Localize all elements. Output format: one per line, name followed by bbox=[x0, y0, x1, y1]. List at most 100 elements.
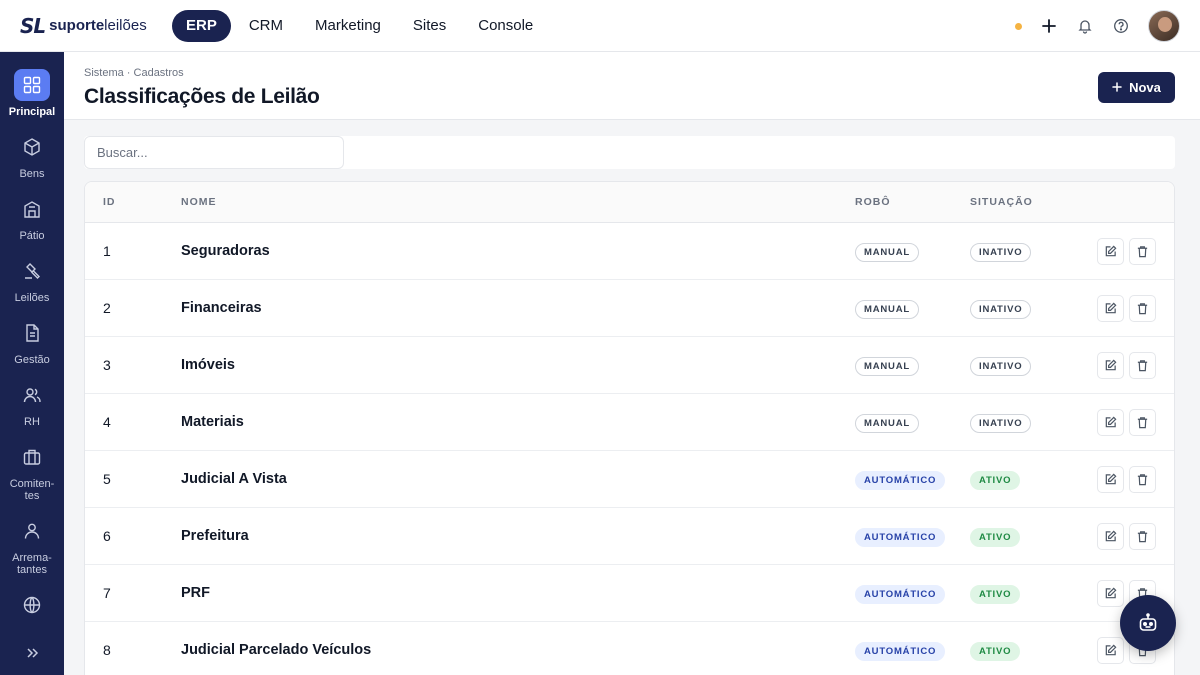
classifications-table: ID NOME ROBÔ SITUAÇÃO 1 Seguradoras MANU… bbox=[84, 181, 1175, 675]
status-badge: INATIVO bbox=[970, 414, 1032, 433]
edit-button[interactable] bbox=[1097, 637, 1124, 664]
breadcrumb: Sistema · Cadastros bbox=[84, 67, 184, 79]
table-row[interactable]: 1 Seguradoras MANUAL INATIVO bbox=[85, 223, 1174, 280]
building-icon bbox=[14, 193, 50, 225]
edit-button[interactable] bbox=[1097, 466, 1124, 493]
table-row[interactable]: 5 Judicial A Vista AUTOMÁTICO ATIVO bbox=[85, 451, 1174, 508]
row-name: Materiais bbox=[181, 414, 244, 430]
search-input[interactable] bbox=[84, 136, 344, 169]
sidebar-item-patio[interactable]: Pátio bbox=[0, 193, 64, 242]
status-badge: ATIVO bbox=[970, 585, 1021, 604]
status-badge: INATIVO bbox=[970, 357, 1032, 376]
row-id: 3 bbox=[103, 357, 111, 373]
sidebar-expand-button[interactable] bbox=[0, 637, 64, 674]
edit-button[interactable] bbox=[1097, 352, 1124, 379]
column-header-robot[interactable]: ROBÔ bbox=[855, 196, 891, 208]
sidebar-item-label: Pátio bbox=[19, 230, 45, 242]
robot-badge: MANUAL bbox=[855, 300, 919, 319]
delete-button[interactable] bbox=[1129, 523, 1156, 550]
robot-badge: AUTOMÁTICO bbox=[855, 471, 946, 490]
row-id: 8 bbox=[103, 642, 111, 658]
table-row[interactable]: 6 Prefeitura AUTOMÁTICO ATIVO bbox=[85, 508, 1174, 565]
nav-item-crm[interactable]: CRM bbox=[235, 10, 297, 42]
new-button[interactable]: Nova bbox=[1098, 72, 1175, 103]
status-dot bbox=[1015, 22, 1022, 30]
delete-button[interactable] bbox=[1129, 409, 1156, 436]
row-name: Judicial Parcelado Veículos bbox=[181, 642, 372, 658]
status-badge: INATIVO bbox=[970, 243, 1032, 262]
edit-button[interactable] bbox=[1097, 523, 1124, 550]
table-row[interactable]: 7 PRF AUTOMÁTICO ATIVO bbox=[85, 565, 1174, 622]
column-header-id[interactable]: ID bbox=[103, 196, 116, 208]
sidebar-item-comitentes[interactable]: Comiten-tes bbox=[0, 441, 64, 502]
delete-button[interactable] bbox=[1129, 466, 1156, 493]
delete-button[interactable] bbox=[1129, 352, 1156, 379]
sidebar-item-gestao[interactable]: Gestão bbox=[0, 317, 64, 366]
sidebar-item-arrematantes[interactable]: Arrema-tantes bbox=[0, 515, 64, 576]
row-id: 1 bbox=[103, 243, 111, 259]
chevrons-right-icon bbox=[14, 637, 50, 669]
status-badge: ATIVO bbox=[970, 642, 1021, 661]
delete-button[interactable] bbox=[1129, 238, 1156, 265]
sidebar-item-label: Comiten-tes bbox=[9, 478, 55, 502]
sidebar-item-label: Leilões bbox=[14, 292, 50, 304]
sidebar-item-bens[interactable]: Bens bbox=[0, 131, 64, 180]
row-name: Financeiras bbox=[181, 300, 262, 316]
nav-item-sites[interactable]: Sites bbox=[399, 10, 460, 42]
plus-icon[interactable] bbox=[1040, 17, 1058, 35]
status-badge: ATIVO bbox=[970, 528, 1021, 547]
trash-icon bbox=[1137, 531, 1148, 543]
edit-icon bbox=[1105, 587, 1117, 599]
avatar[interactable] bbox=[1148, 10, 1180, 42]
edit-button[interactable] bbox=[1097, 238, 1124, 265]
plus-icon bbox=[1112, 80, 1122, 95]
edit-icon bbox=[1105, 473, 1117, 485]
table-row[interactable]: 3 Imóveis MANUAL INATIVO bbox=[85, 337, 1174, 394]
brand-logo[interactable]: SL suporteleilões bbox=[0, 0, 172, 52]
table-row[interactable]: 8 Judicial Parcelado Veículos AUTOMÁTICO… bbox=[85, 622, 1174, 675]
edit-button[interactable] bbox=[1097, 295, 1124, 322]
row-id: 6 bbox=[103, 528, 111, 544]
nav-item-marketing[interactable]: Marketing bbox=[301, 10, 395, 42]
sidebar-item-rh[interactable]: RH bbox=[0, 379, 64, 428]
sidebar-item-label: Principal bbox=[8, 106, 56, 118]
robot-badge: AUTOMÁTICO bbox=[855, 585, 946, 604]
nav-item-erp[interactable]: ERP bbox=[172, 9, 231, 42]
delete-button[interactable] bbox=[1129, 295, 1156, 322]
robot-badge: AUTOMÁTICO bbox=[855, 528, 946, 547]
document-icon bbox=[14, 317, 50, 349]
top-bar: SL suporteleilões ERP CRM Marketing Site… bbox=[0, 0, 1200, 52]
edit-button[interactable] bbox=[1097, 580, 1124, 607]
column-header-status[interactable]: SITUAÇÃO bbox=[970, 196, 1033, 208]
table-header: ID NOME ROBÔ SITUAÇÃO bbox=[85, 182, 1174, 223]
globe-icon bbox=[14, 589, 50, 621]
assistant-bot-button[interactable] bbox=[1120, 595, 1176, 651]
trash-icon bbox=[1137, 303, 1148, 315]
row-name: PRF bbox=[181, 585, 210, 601]
column-header-name[interactable]: NOME bbox=[181, 196, 217, 208]
row-name: Prefeitura bbox=[181, 528, 249, 544]
edit-icon bbox=[1105, 416, 1117, 428]
table-row[interactable]: 4 Materiais MANUAL INATIVO bbox=[85, 394, 1174, 451]
edit-icon bbox=[1105, 245, 1117, 257]
sidebar-item-sites[interactable] bbox=[0, 589, 64, 626]
sidebar-item-principal[interactable]: Principal bbox=[0, 69, 64, 118]
row-id: 2 bbox=[103, 300, 111, 316]
edit-button[interactable] bbox=[1097, 409, 1124, 436]
sidebar: Principal Bens Pátio Leilões Gestão RH C… bbox=[0, 52, 64, 675]
users-icon bbox=[14, 379, 50, 411]
search-bar bbox=[84, 136, 1175, 169]
row-name: Imóveis bbox=[181, 357, 235, 373]
bell-icon[interactable] bbox=[1076, 17, 1094, 35]
trash-icon bbox=[1137, 474, 1148, 486]
edit-icon bbox=[1105, 644, 1117, 656]
row-id: 7 bbox=[103, 585, 111, 601]
sidebar-item-leiloes[interactable]: Leilões bbox=[0, 255, 64, 304]
row-name: Judicial A Vista bbox=[181, 471, 287, 487]
nav-item-console[interactable]: Console bbox=[464, 10, 547, 42]
sidebar-item-label: Bens bbox=[19, 168, 45, 180]
trash-icon bbox=[1137, 246, 1148, 258]
table-row[interactable]: 2 Financeiras MANUAL INATIVO bbox=[85, 280, 1174, 337]
robot-badge: MANUAL bbox=[855, 357, 919, 376]
help-icon[interactable] bbox=[1112, 17, 1130, 35]
